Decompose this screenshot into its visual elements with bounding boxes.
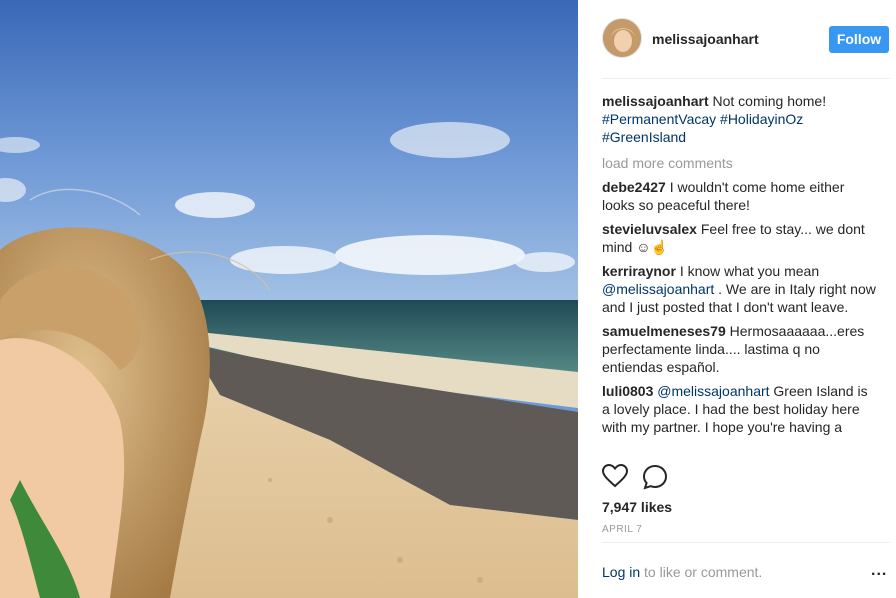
comment-item: samuelmeneses79 Hermosaaaaaa...eres perf… (602, 322, 878, 376)
beach-photo-image (0, 0, 578, 598)
caption: melissajoanhart Not coming home! #Perman… (602, 92, 878, 146)
login-link[interactable]: Log in (602, 564, 640, 580)
comment-item: stevieluvsalex Feel free to stay... we d… (602, 220, 878, 256)
divider (602, 542, 890, 543)
caption-text: Not coming home! (712, 93, 827, 109)
hashtag-link[interactable]: #GreenIsland (602, 129, 686, 145)
hashtag-link[interactable]: #PermanentVacay (602, 111, 716, 127)
caption-username[interactable]: melissajoanhart (602, 93, 709, 109)
comment-item: kerriraynor I know what you mean @meliss… (602, 262, 878, 316)
comment-username[interactable]: debe2427 (602, 179, 666, 195)
post-author-username[interactable]: melissajoanhart (652, 31, 759, 47)
follow-button[interactable]: Follow (829, 26, 889, 53)
comment-text: I know what you mean (679, 263, 820, 279)
login-prompt-text: to like or comment. (644, 564, 763, 580)
comment-username[interactable]: kerriraynor (602, 263, 676, 279)
heart-icon[interactable] (601, 463, 629, 493)
likes-count[interactable]: 7,947 likes (602, 499, 672, 515)
comment-username[interactable]: luli0803 (602, 383, 653, 399)
post-side-panel: melissajoanhart Follow melissajoanhart N… (578, 0, 896, 598)
divider (602, 78, 890, 79)
post-photo[interactable] (0, 0, 578, 598)
comment-username[interactable]: stevieluvsalex (602, 221, 697, 237)
comment-bubble-icon[interactable] (642, 464, 668, 495)
comments-list: melissajoanhart Not coming home! #Perman… (602, 92, 878, 454)
post-header: melissajoanhart Follow (578, 0, 896, 78)
load-more-comments-link[interactable]: load more comments (602, 154, 878, 172)
hashtag-link[interactable]: #HolidayinOz (720, 111, 803, 127)
comment-item: debe2427 I wouldn't come home either loo… (602, 178, 878, 214)
mention-link[interactable]: @melissajoanhart (657, 383, 769, 399)
login-prompt: Log in to like or comment. (602, 564, 762, 580)
comment-username[interactable]: samuelmeneses79 (602, 323, 726, 339)
avatar[interactable] (602, 18, 642, 58)
mention-link[interactable]: @melissajoanhart (602, 281, 714, 297)
emoji: ☺☝ (636, 239, 668, 255)
avatar-image (603, 19, 641, 57)
comment-item: luli0803 @melissajoanhart Green Island i… (602, 382, 878, 436)
post-date[interactable]: APRIL 7 (602, 524, 642, 535)
more-options-icon[interactable]: ... (871, 562, 887, 580)
post-actions (601, 463, 890, 493)
